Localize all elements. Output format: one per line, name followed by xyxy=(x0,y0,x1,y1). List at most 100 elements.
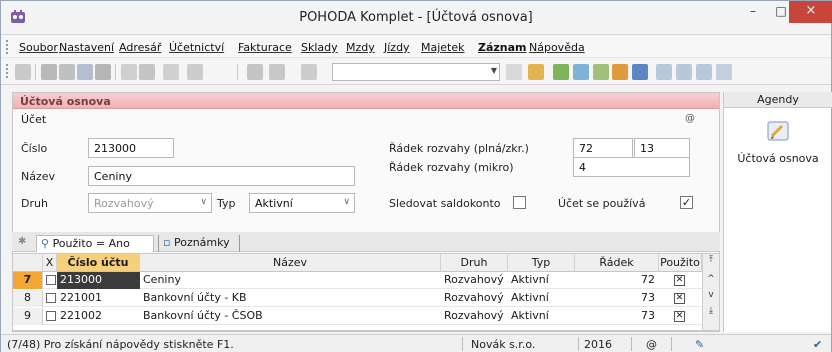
status-year: 2016 xyxy=(584,338,612,351)
nazev-label: Název xyxy=(21,170,56,183)
users-icon[interactable] xyxy=(612,64,628,80)
menu-grip xyxy=(6,40,8,54)
new-record-icon[interactable] xyxy=(121,64,137,80)
radek-zkr-field[interactable]: 13 xyxy=(634,138,690,158)
menu-zaznam[interactable]: Záznam xyxy=(478,41,527,54)
menu-jizdy[interactable]: Jízdy xyxy=(384,41,410,54)
chart-of-accounts-icon[interactable] xyxy=(765,119,791,143)
window-icon[interactable] xyxy=(656,64,672,80)
radek-plna-field[interactable]: 72 xyxy=(573,138,633,158)
scroll-bottom-icon[interactable]: ⤓ xyxy=(705,306,717,316)
panel-title: Účtová osnova xyxy=(20,95,111,108)
print-icon[interactable] xyxy=(41,64,57,80)
title-bar: POHODA Komplet - [Účtová osnova] – □ × xyxy=(1,1,832,35)
menu-ucetnictvi[interactable]: Účetnictví xyxy=(169,41,224,54)
header-nazev[interactable]: Název xyxy=(140,254,441,272)
tab-pin-icon[interactable]: ✱ xyxy=(18,236,26,247)
typ-select[interactable]: Aktivní ∨ xyxy=(249,193,355,213)
table-row[interactable]: 9 221002 Bankovní účty - ČSOB Rozvahový … xyxy=(13,308,703,325)
record-nav-icon[interactable] xyxy=(15,64,31,80)
typ-label: Typ xyxy=(217,197,236,210)
cell-cislo[interactable]: 213000 xyxy=(57,272,140,289)
ucet-pouziva-checkbox[interactable]: ✓ xyxy=(680,196,693,209)
email-at-icon[interactable]: @ xyxy=(685,113,695,124)
export-icon[interactable] xyxy=(95,64,111,80)
header-typ[interactable]: Typ xyxy=(508,254,575,272)
delete-icon[interactable] xyxy=(163,64,179,80)
menu-soubor[interactable]: Soubor xyxy=(19,41,58,54)
tag-icon[interactable] xyxy=(553,64,569,80)
status-bar: (7/48) Pro získání nápovědy stiskněte F1… xyxy=(1,334,831,352)
row-number: 7 xyxy=(13,272,43,289)
row-select-checkbox[interactable] xyxy=(46,293,56,303)
header-cislo-uctu[interactable]: Číslo účtu xyxy=(57,254,140,272)
save-icon[interactable] xyxy=(247,64,263,80)
header-druh[interactable]: Druh xyxy=(441,254,508,272)
filter-icon[interactable] xyxy=(506,64,522,80)
radek-plna-label: Řádek rozvahy (plná/zkr.) xyxy=(389,142,529,155)
tab-poznamky[interactable]: ▫ Poznámky xyxy=(158,235,240,252)
druh-select[interactable]: Rozvahový ∨ xyxy=(88,193,212,213)
minimize-button[interactable]: – xyxy=(739,1,767,23)
menu-majetek[interactable]: Majetek xyxy=(421,41,465,54)
menu-mzdy[interactable]: Mzdy xyxy=(346,41,375,54)
save-all-icon[interactable] xyxy=(269,64,285,80)
tab-pouzito[interactable]: ⚲ Použito = Ano xyxy=(36,235,154,252)
iban-icon[interactable] xyxy=(632,64,648,80)
saldokonto-label: Sledovat saldokonto xyxy=(389,197,501,210)
cell-nazev: Ceniny xyxy=(143,273,181,286)
cell-pouzito-checkbox: ✕ xyxy=(674,293,685,304)
cell-cislo: 221001 xyxy=(60,291,102,304)
print-preview-icon[interactable] xyxy=(59,64,75,80)
folder-icon[interactable] xyxy=(528,64,544,80)
saldokonto-checkbox[interactable] xyxy=(513,196,526,209)
quick-search-combo[interactable]: ▼ xyxy=(332,63,500,81)
menu-napoveda[interactable]: Nápověda xyxy=(529,41,585,54)
panel-header: Účtová osnova xyxy=(13,93,719,109)
menu-sklady[interactable]: Sklady xyxy=(301,41,338,54)
row-select-checkbox[interactable] xyxy=(46,275,56,285)
preview-icon[interactable] xyxy=(77,64,93,80)
window-title: POHODA Komplet - [Účtová osnova] xyxy=(299,10,533,25)
table-row[interactable]: 7 213000 Ceniny Rozvahový Aktivní 72 ✕ xyxy=(13,272,703,289)
scroll-up-icon[interactable]: ^ xyxy=(705,274,717,284)
table-row[interactable]: 8 221001 Bankovní účty - KB Rozvahový Ak… xyxy=(13,290,703,307)
help-pointer-icon[interactable] xyxy=(716,64,732,80)
detail-tabs: ✱ ⚲ Použito = Ano ▫ Poznámky xyxy=(12,232,720,252)
filter-funnel-icon: ⚲ xyxy=(41,237,50,250)
copy-icon[interactable] xyxy=(301,64,317,80)
cell-druh: Rozvahový xyxy=(444,291,504,304)
radek-mikro-field[interactable]: 4 xyxy=(573,157,690,177)
ucet-group-label: Účet xyxy=(21,113,47,126)
window3-icon[interactable] xyxy=(696,64,712,80)
header-radek[interactable]: Řádek xyxy=(575,254,659,272)
header-pouzito[interactable]: Použito xyxy=(659,254,702,272)
scroll-down-icon[interactable]: v xyxy=(705,290,717,300)
row-select-checkbox[interactable] xyxy=(46,311,56,321)
scroll-top-icon[interactable]: ⤒ xyxy=(705,255,717,265)
nazev-field[interactable]: Ceniny xyxy=(88,166,355,186)
table-scrollbar[interactable]: ⤒ ^ v ⤓ xyxy=(702,254,719,330)
close-button[interactable]: × xyxy=(789,1,832,23)
combo-dropdown-icon[interactable]: ▼ xyxy=(491,66,497,75)
menu-fakturace[interactable]: Fakturace xyxy=(238,41,292,54)
grid-icon[interactable] xyxy=(573,64,589,80)
undo-icon[interactable] xyxy=(187,64,203,80)
window2-icon[interactable] xyxy=(676,64,692,80)
header-x[interactable]: X xyxy=(43,254,57,272)
calc-icon[interactable] xyxy=(593,64,609,80)
cislo-field[interactable]: 213000 xyxy=(88,138,174,158)
menu-nastaveni[interactable]: Nastavení xyxy=(59,41,114,54)
edit-icon[interactable] xyxy=(139,64,155,80)
cell-typ: Aktivní xyxy=(511,309,549,322)
cislo-label: Číslo xyxy=(21,142,48,155)
accounts-table: X Číslo účtu Název Druh Typ Řádek Použit… xyxy=(12,253,720,331)
agenda-item-ucetni-osnova[interactable]: Účtová osnova xyxy=(724,152,832,165)
cell-radek: 73 xyxy=(641,309,655,322)
online-check-icon[interactable]: ✔ xyxy=(813,338,822,351)
header-rownum xyxy=(13,254,43,272)
status-separator xyxy=(462,337,463,351)
menu-adresar[interactable]: Adresář xyxy=(119,41,161,54)
cell-typ: Aktivní xyxy=(511,273,549,286)
edit-pen-icon[interactable]: ✎ xyxy=(695,338,704,351)
